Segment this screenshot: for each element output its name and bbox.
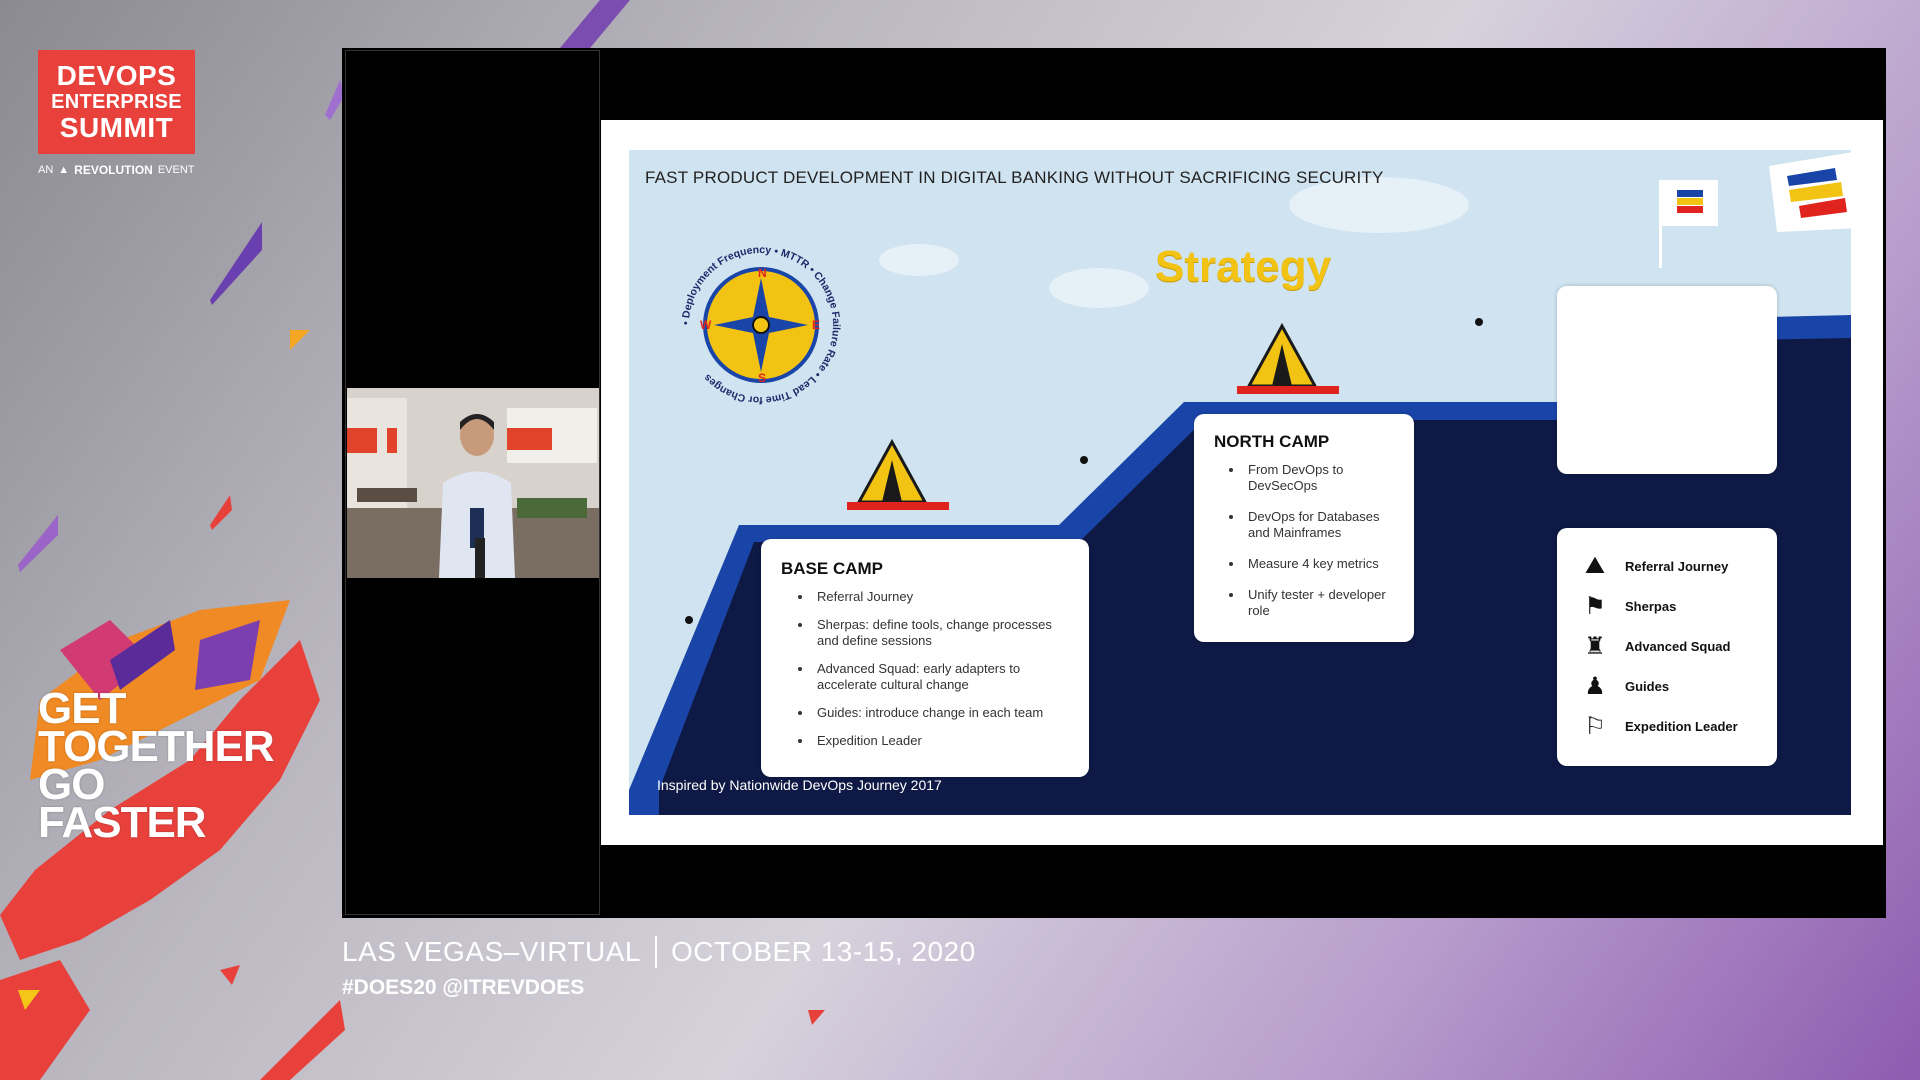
- base-camp-card: BASE CAMP Referral Journey Sherpas: defi…: [761, 539, 1089, 777]
- legend-label: Guides: [1625, 678, 1670, 694]
- compass-s: S: [758, 371, 766, 385]
- roles-legend-card: ⛰ Referral Journey ⚑ Sherpas ♜ Advanced …: [1557, 528, 1777, 766]
- event-dates: OCTOBER 13-15, 2020: [671, 936, 976, 967]
- logo-line-devops: DEVOPS: [56, 60, 177, 91]
- base-camp-title: BASE CAMP: [781, 559, 884, 578]
- north-camp-list: From DevOps to DevSecOps DevOps for Data…: [1214, 462, 1394, 619]
- list-item: Sherpas: define tools, change processes …: [813, 617, 1069, 649]
- event-info: LAS VEGAS–VIRTUAL OCTOBER 13-15, 2020: [342, 936, 976, 968]
- legend-row: ⛰ Referral Journey: [1579, 546, 1755, 586]
- presenter-scene: [347, 388, 599, 578]
- legend-label: Advanced Squad: [1625, 638, 1731, 654]
- base-camp-list: Referral Journey Sherpas: define tools, …: [781, 589, 1069, 749]
- climber-icon: ♜: [1584, 632, 1606, 660]
- legend-row: ⚐ Expedition Leader: [1579, 706, 1755, 746]
- north-camp-title: NORTH CAMP: [1214, 432, 1330, 451]
- list-item: Expedition Leader: [813, 733, 1069, 749]
- tagline-line: FASTER: [38, 798, 207, 847]
- list-item: Guides: introduce change in each team: [813, 705, 1069, 721]
- list-item: Unify tester + developer role: [1244, 587, 1394, 619]
- logo-sub-an: AN: [38, 164, 54, 176]
- bancolombia-logo: [1769, 152, 1851, 232]
- sherpa-icon: ⚑: [1584, 592, 1606, 620]
- list-item: Measure 4 key metrics: [1244, 556, 1394, 572]
- legend-label: Referral Journey: [1625, 558, 1729, 574]
- legend-label: Sherpas: [1625, 598, 1677, 614]
- devops-summit-logo: DEVOPS ENTERPRISE SUMMIT: [38, 50, 195, 154]
- presenter-video[interactable]: [347, 388, 599, 578]
- slide-canvas: • Deployment Frequency • MTTR • Change F…: [629, 150, 1851, 815]
- list-item: From DevOps to DevSecOps: [1244, 462, 1394, 494]
- logo-line-enterprise: ENTERPRISE: [51, 91, 182, 113]
- map-person-icon: ⛰: [1584, 552, 1606, 579]
- compass-e: E: [812, 318, 820, 332]
- presentation-slide: • Deployment Frequency • MTTR • Change F…: [601, 120, 1883, 845]
- slide-caption: Inspired by Nationwide DevOps Journey 20…: [657, 777, 942, 793]
- logo-line-summit: SUMMIT: [59, 112, 174, 143]
- divider: [655, 936, 657, 968]
- summit-card: [1557, 286, 1777, 474]
- list-item: Referral Journey: [813, 589, 1069, 605]
- legend-row: ♟ Guides: [1579, 666, 1755, 706]
- compass-n: N: [758, 266, 767, 280]
- list-item: Advanced Squad: early adapters to accele…: [813, 661, 1069, 693]
- slide-title: FAST PRODUCT DEVELOPMENT IN DIGITAL BANK…: [645, 168, 1384, 187]
- event-tagline: GET TOGETHER GO FASTER: [38, 687, 275, 847]
- legend-row: ♜ Advanced Squad: [1579, 626, 1755, 666]
- legend-label: Expedition Leader: [1625, 718, 1738, 734]
- logo-sub-brand: REVOLUTION: [74, 163, 153, 177]
- event-hashtags: #DOES20 @ITREVDOES: [342, 976, 585, 999]
- north-camp-card: NORTH CAMP From DevOps to DevSecOps DevO…: [1194, 414, 1414, 642]
- guide-icon: ♟: [1584, 672, 1606, 700]
- event-location: LAS VEGAS–VIRTUAL: [342, 936, 641, 967]
- legend-row: ⚑ Sherpas: [1579, 586, 1755, 626]
- list-item: DevOps for Databases and Mainframes: [1244, 509, 1394, 541]
- it-revolution-icon: ▲: [58, 164, 70, 176]
- compass-w: W: [700, 318, 712, 332]
- leader-icon: ⚐: [1584, 712, 1606, 740]
- slide-heading: Strategy: [1155, 242, 1332, 291]
- logo-subline: AN ▲ REVOLUTION EVENT: [38, 163, 198, 177]
- dora-metrics-compass: • Deployment Frequency • MTTR • Change F…: [680, 244, 842, 406]
- logo-sub-event: EVENT: [157, 164, 195, 176]
